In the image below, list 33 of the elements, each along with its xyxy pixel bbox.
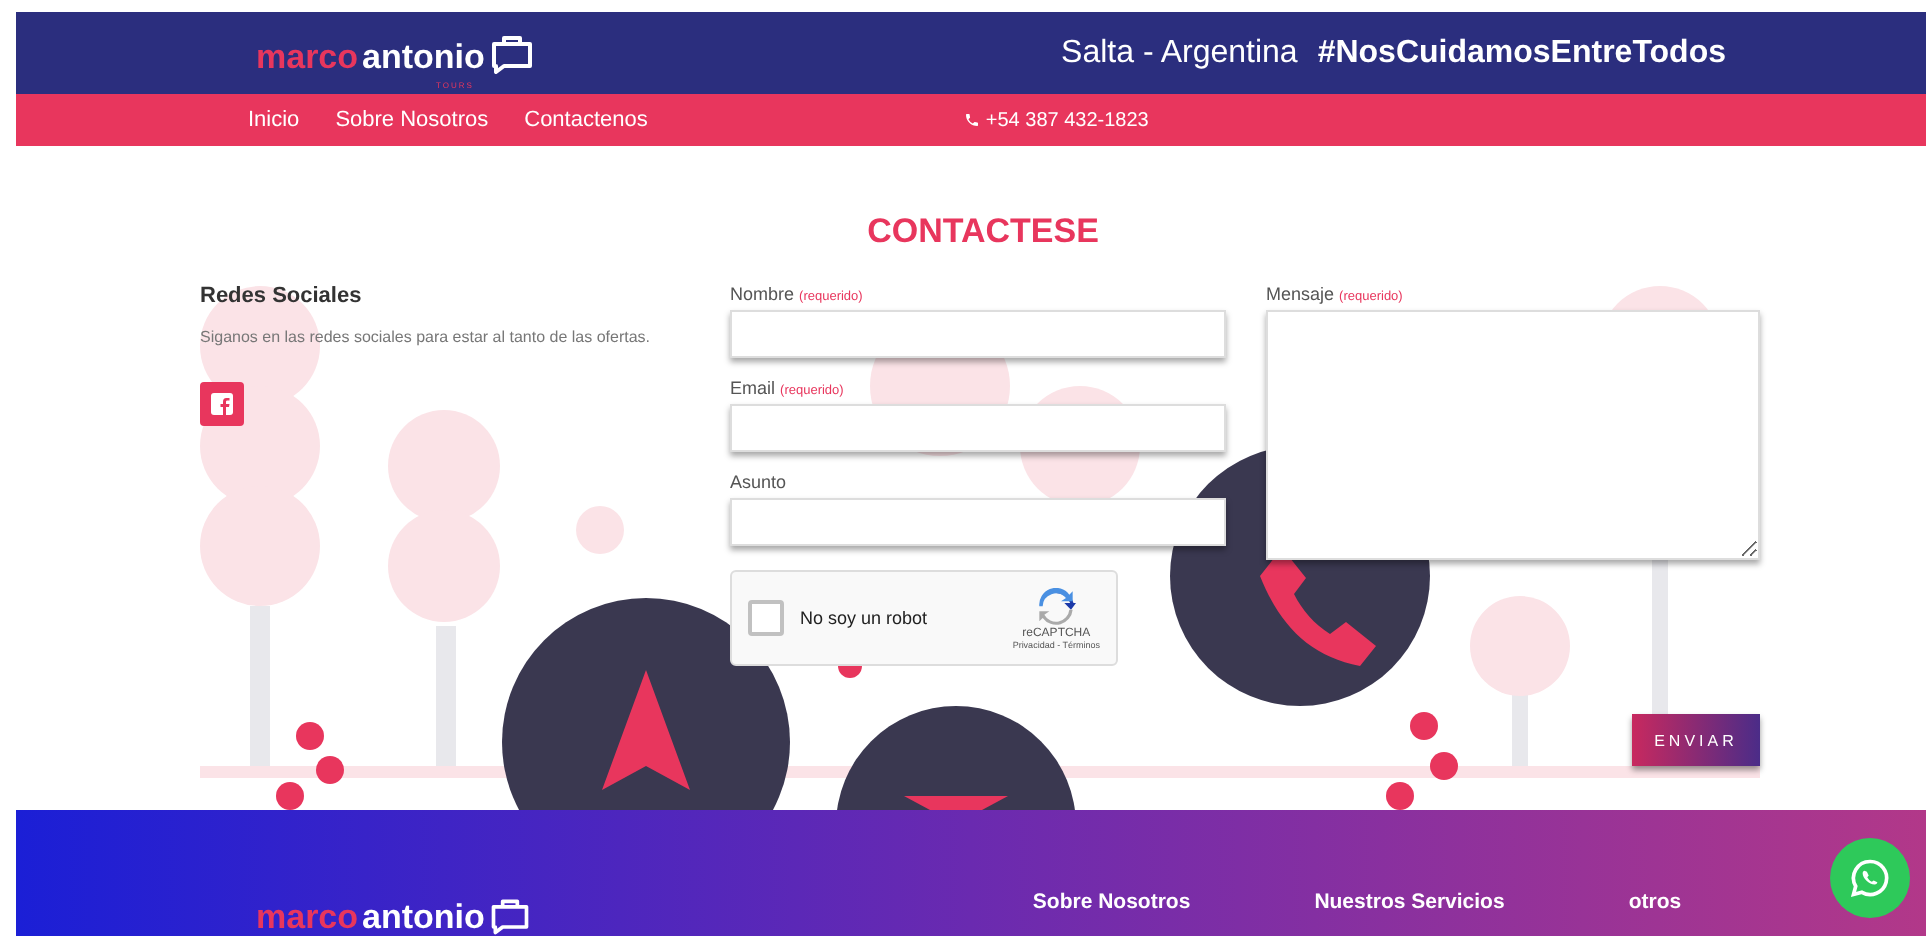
berry-branch: [1386, 712, 1458, 810]
section-description: Siganos en las redes sociales para estar al tanto de las ofertas.: [200, 328, 653, 346]
captcha-label: No soy un robot: [800, 608, 930, 628]
nav-link[interactable]: Contactenos: [524, 108, 648, 132]
logo-text: antonio: [362, 898, 485, 936]
chat-bubble-icon: [1848, 856, 1892, 900]
facebook-icon: [210, 392, 234, 416]
berry-branch: [276, 722, 344, 810]
input-field[interactable]: [730, 404, 1226, 452]
message-field[interactable]: [1266, 310, 1760, 560]
nav-link[interactable]: Inicio: [248, 108, 300, 132]
page-title: CONTACTESE: [865, 210, 1101, 254]
phone-text: +54 387 432-1823: [963, 109, 1149, 131]
phone-icon: [963, 112, 980, 128]
cloud: [576, 506, 624, 554]
location-text: Salta - Argentina: [1061, 35, 1298, 71]
input-field[interactable]: [730, 310, 1226, 358]
footer-link[interactable]: Sobre Nosotros: [1032, 890, 1191, 914]
logo-text: antonio: [362, 37, 485, 77]
nav-link[interactable]: Sobre Nosotros: [335, 108, 489, 132]
recaptcha-logo-icon: [1036, 587, 1077, 627]
submit-button[interactable]: ENVIAR: [1632, 714, 1760, 766]
suitcase-icon: [488, 894, 533, 936]
hashtag-text: #NosCuidamosEntreTodos: [1317, 35, 1726, 71]
facebook-button[interactable]: [200, 382, 244, 426]
logo-text: marco: [256, 37, 359, 77]
footer-link[interactable]: Nuestros Servicios: [1314, 890, 1505, 914]
footer-link[interactable]: otros: [1628, 890, 1682, 914]
section-heading: Redes Sociales: [200, 284, 364, 308]
logo-text: marco: [256, 898, 359, 936]
input-field[interactable]: [730, 498, 1226, 546]
field-label: Asunto: [730, 472, 789, 492]
captcha-checkbox[interactable]: [748, 600, 784, 636]
